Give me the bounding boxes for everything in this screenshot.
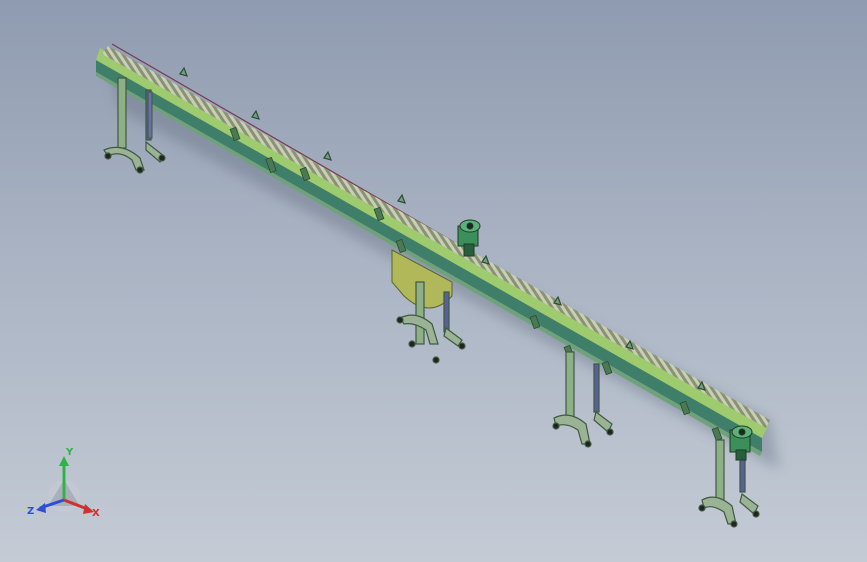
- z-axis-label: Z: [27, 506, 34, 517]
- orientation-triad[interactable]: Y X Z: [24, 444, 104, 524]
- z-axis-head: [36, 503, 46, 513]
- cad-viewport[interactable]: Y X Z: [0, 0, 867, 562]
- conveyor-frame-side: [96, 60, 762, 452]
- motor-2: [729, 425, 753, 461]
- conveyor-model[interactable]: [0, 0, 867, 562]
- conveyor-frame-lower: [96, 72, 762, 456]
- x-axis-label: X: [92, 508, 100, 519]
- leg-stand-5: [147, 91, 153, 139]
- conveyor-chain: [102, 46, 770, 428]
- y-axis-label: Y: [65, 447, 74, 458]
